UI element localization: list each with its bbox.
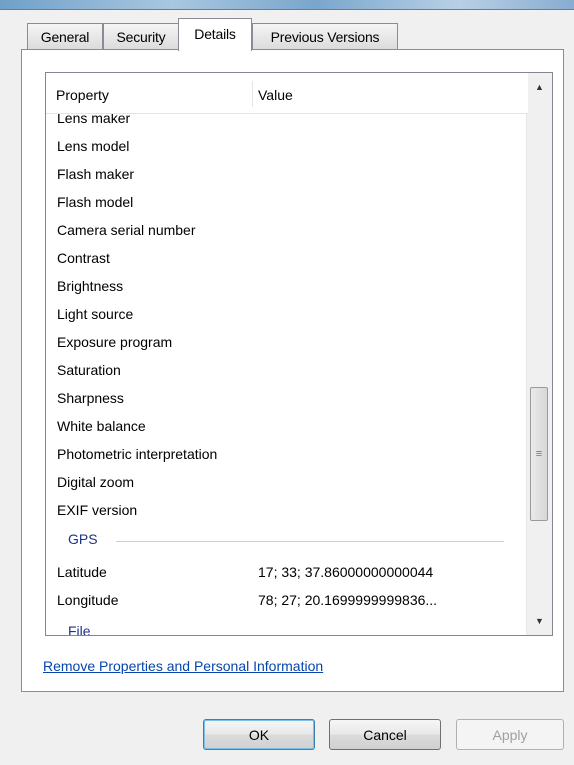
scroll-up-button[interactable]: ▲	[527, 73, 552, 101]
ok-button-label: OK	[248, 726, 270, 743]
list-item[interactable]: Flash maker	[46, 160, 528, 188]
property-name: Brightness	[57, 278, 124, 294]
property-name: Latitude	[57, 564, 107, 580]
group-divider	[116, 541, 504, 542]
property-name: Exposure program	[57, 334, 173, 350]
tab-details-label: Details	[194, 26, 236, 42]
list-item[interactable]: Photometric interpretation	[46, 440, 528, 468]
property-name: Light source	[57, 306, 134, 322]
property-value: 17; 33; 37.86000000000044	[258, 564, 434, 580]
property-name: Camera serial number	[57, 222, 196, 238]
list-item[interactable]: Longitude 78; 27; 20.1699999999836...	[46, 586, 528, 614]
ok-button[interactable]: OK	[203, 719, 315, 750]
property-name: Contrast	[57, 250, 110, 266]
title-strip-border	[0, 9, 574, 10]
property-name: Saturation	[57, 362, 121, 378]
scroll-down-button[interactable]: ▼	[527, 607, 552, 635]
property-name: Flash model	[57, 194, 134, 210]
property-name: Digital zoom	[57, 474, 135, 490]
list-header: Property Value	[46, 73, 528, 114]
list-item[interactable]: White balance	[46, 412, 528, 440]
group-header-gps: GPS	[46, 526, 528, 554]
tab-details[interactable]: Details	[178, 18, 252, 51]
apply-button[interactable]: Apply	[456, 719, 564, 750]
scroll-grip-icon: ≡	[535, 447, 543, 460]
list-item[interactable]: Digital zoom	[46, 468, 528, 496]
list-item[interactable]: Contrast	[46, 244, 528, 272]
group-header-label: File	[68, 623, 91, 636]
list-item[interactable]: EXIF version	[46, 496, 528, 524]
tab-previous-versions[interactable]: Previous Versions	[252, 23, 398, 49]
property-list[interactable]: Lens maker Lens model Flash maker Flash …	[45, 72, 553, 636]
up-arrow-icon: ▲	[535, 82, 544, 92]
property-name: White balance	[57, 418, 146, 434]
window-title-strip	[0, 0, 574, 9]
property-name: Flash maker	[57, 166, 135, 182]
column-header-property[interactable]: Property	[56, 87, 109, 103]
property-name: Lens model	[57, 138, 130, 154]
property-value: 78; 27; 20.1699999999836...	[258, 592, 438, 608]
property-name: Sharpness	[57, 390, 124, 406]
property-name: EXIF version	[57, 502, 138, 518]
apply-button-label: Apply	[492, 726, 528, 743]
tab-general-label: General	[40, 28, 90, 45]
column-header-value[interactable]: Value	[258, 87, 293, 103]
list-item[interactable]: Saturation	[46, 356, 528, 384]
tab-security-label: Security	[116, 28, 166, 45]
property-name: Longitude	[57, 592, 119, 608]
cancel-button[interactable]: Cancel	[329, 719, 441, 750]
tab-general[interactable]: General	[27, 23, 103, 49]
scroll-thumb[interactable]: ≡	[530, 387, 548, 521]
list-item[interactable]: Camera serial number	[46, 216, 528, 244]
list-item[interactable]: Flash model	[46, 188, 528, 216]
list-item[interactable]: Brightness	[46, 272, 528, 300]
header-bottom-border	[46, 113, 528, 114]
list-item[interactable]: Exposure program	[46, 328, 528, 356]
tab-previous-versions-label: Previous Versions	[270, 28, 380, 45]
remove-properties-link[interactable]: Remove Properties and Personal Informati…	[43, 658, 323, 674]
property-name: Photometric interpretation	[57, 446, 218, 462]
list-item[interactable]: Sharpness	[46, 384, 528, 412]
list-item[interactable]: Latitude 17; 33; 37.86000000000044	[46, 558, 528, 586]
group-header-file: File	[46, 618, 528, 636]
vertical-scrollbar[interactable]: ▲ ≡ ▼	[526, 73, 552, 635]
down-arrow-icon: ▼	[535, 616, 544, 626]
tab-security[interactable]: Security	[103, 23, 179, 49]
list-item[interactable]: Lens model	[46, 132, 528, 160]
group-header-label: GPS	[68, 531, 98, 547]
list-item[interactable]: Light source	[46, 300, 528, 328]
column-divider[interactable]	[252, 81, 253, 107]
cancel-button-label: Cancel	[363, 726, 407, 743]
